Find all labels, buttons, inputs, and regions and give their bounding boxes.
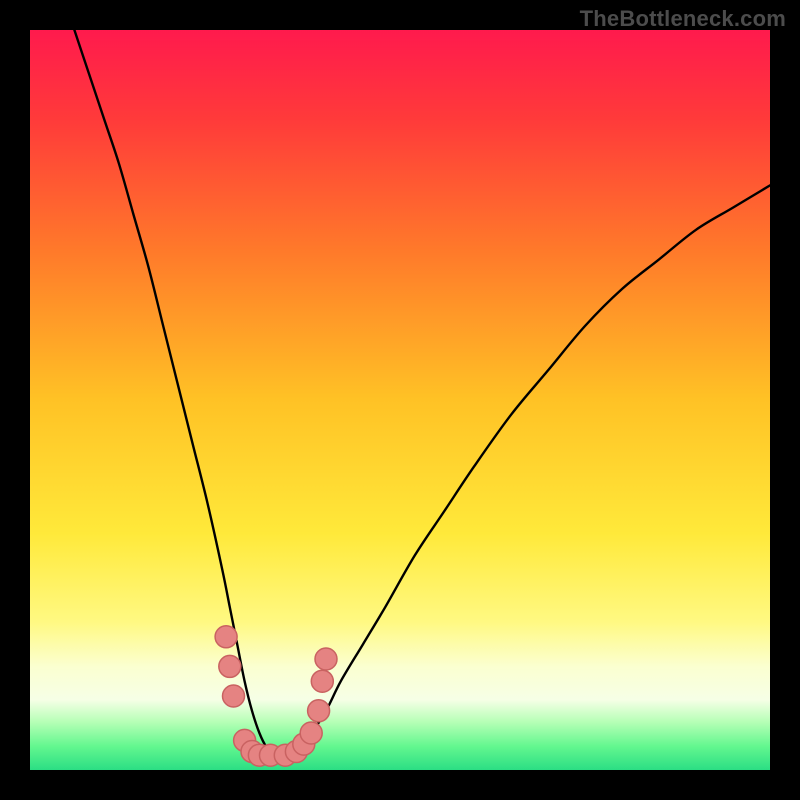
bottleneck-chart: [30, 30, 770, 770]
marker-point: [215, 626, 237, 648]
plot-area: [30, 30, 770, 770]
marker-point: [311, 670, 333, 692]
marker-point: [300, 722, 322, 744]
chart-frame: TheBottleneck.com: [0, 0, 800, 800]
marker-point: [308, 700, 330, 722]
marker-point: [315, 648, 337, 670]
watermark-text: TheBottleneck.com: [580, 6, 786, 32]
gradient-background: [30, 30, 770, 770]
marker-point: [219, 655, 241, 677]
marker-point: [223, 685, 245, 707]
